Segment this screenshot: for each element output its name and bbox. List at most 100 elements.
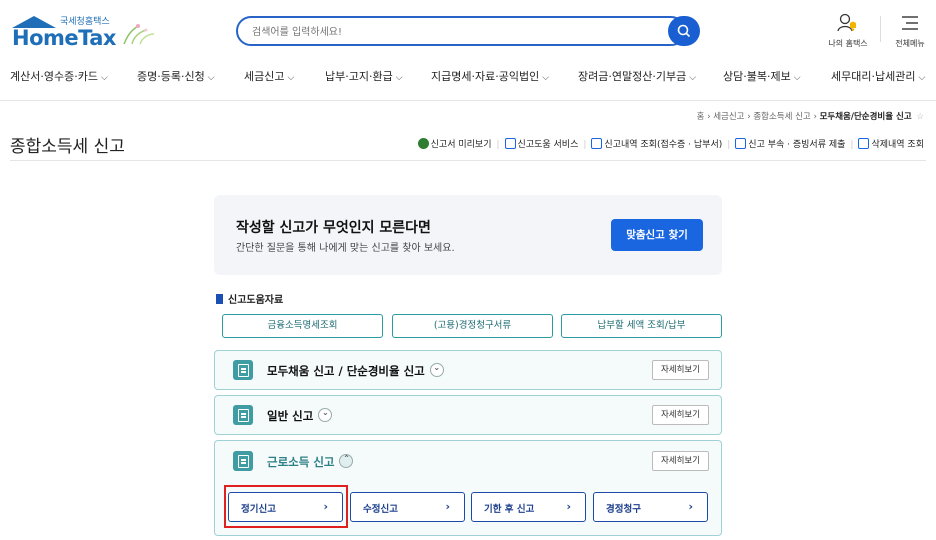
- nav-label: 납부·고지·환급: [325, 70, 393, 83]
- nav-label: 계산서·영수증·카드: [10, 70, 98, 83]
- nav-item-tax-return[interactable]: 세금신고 ⌵: [244, 68, 294, 84]
- toggle-glyph: ⌄: [321, 408, 329, 417]
- correction-claim-docs-button[interactable]: (고용)경정청구서류: [392, 314, 553, 338]
- nav-item-tax-agent[interactable]: 세무대리·납세관리 ⌵: [831, 68, 925, 84]
- all-menu-label: 전체메뉴: [895, 39, 925, 48]
- hamburger-menu-icon: [902, 16, 918, 30]
- highlight-box: [224, 485, 348, 528]
- accordion-title: 근로소득 신고 ⌃: [267, 454, 354, 470]
- nav-label: 세무대리·납세관리: [831, 70, 916, 83]
- trash-icon: [858, 138, 870, 149]
- preview-link[interactable]: 신고서 미리보기: [417, 138, 492, 150]
- nav-item-consulting[interactable]: 상담·불복·제보 ⌵: [723, 68, 801, 84]
- nav-label: 상담·불복·제보: [723, 70, 791, 83]
- toggle-glyph: ⌃: [343, 454, 350, 463]
- my-hometax-label: 나의 홈택스: [828, 39, 868, 48]
- tax-payment-query-button[interactable]: 납부할 세액 조회/납부: [561, 314, 722, 338]
- nav-divider: [0, 100, 936, 101]
- accordion-title-text: 모두채움 신고 / 단순경비율 신고: [267, 364, 425, 378]
- attach-link[interactable]: 신고 부속 · 증빙서류 제출: [735, 138, 846, 150]
- separator: |: [727, 140, 731, 150]
- nav-label: 장려금·연말정산·기부금: [578, 70, 687, 83]
- preview-icon: [417, 138, 429, 149]
- late-return-button[interactable]: 기한 후 신고 ›: [471, 492, 586, 522]
- chevron-right-icon: ›: [566, 500, 571, 513]
- nav-item-payment-statements[interactable]: 지급명세·자료·공익법인 ⌵: [431, 68, 549, 84]
- document-search-icon: [591, 138, 603, 149]
- deleted-label: 삭제내역 조회: [871, 140, 924, 150]
- amended-return-button[interactable]: 수정신고 ›: [350, 492, 465, 522]
- title-divider: [10, 160, 926, 161]
- search-box: [236, 16, 686, 46]
- nav-item-incentives[interactable]: 장려금·연말정산·기부금 ⌵: [578, 68, 696, 84]
- financial-income-query-button[interactable]: 금융소득명세조회: [222, 314, 383, 338]
- separator: |: [850, 140, 854, 150]
- chevron-down-icon[interactable]: ⌄: [429, 363, 444, 377]
- breadcrumb-level1[interactable]: 세금신고: [713, 112, 744, 122]
- accordion-title-text: 일반 신고: [267, 409, 314, 423]
- chevron-down-icon: ⌵: [542, 73, 550, 83]
- my-hometax-button[interactable]: 나의 홈택스: [820, 12, 876, 48]
- bookmark-icon: [216, 294, 223, 304]
- help-materials-heading: 신고도움자료: [216, 291, 283, 306]
- chevron-down-icon: ⌵: [100, 73, 108, 83]
- accordion-title: 모두채움 신고 / 단순경비율 신고 ⌄: [267, 363, 444, 379]
- breadcrumb-level2[interactable]: 종합소득세 신고: [753, 112, 810, 122]
- chevron-right-icon: ›: [445, 500, 450, 513]
- chevron-down-icon: ⌵: [689, 73, 697, 83]
- all-menu-button[interactable]: 전체메뉴: [888, 12, 932, 48]
- guide-description: 간단한 질문을 통해 나에게 맞는 신고를 찾아 보세요.: [236, 243, 455, 254]
- guide-title: 작성할 신고가 무엇인지 모른다면: [236, 220, 431, 236]
- upload-document-icon: [735, 138, 747, 149]
- history-link[interactable]: 신고내역 조회(접수증 · 납부서): [591, 138, 722, 150]
- breadcrumb-current: 모두채움/단순경비율 신고: [819, 112, 912, 122]
- breadcrumb: 홈 › 세금신고 › 종합소득세 신고 › 모두채움/단순경비율 신고 ☆: [696, 112, 924, 122]
- nav-item-certificates[interactable]: 증명·등록·신청 ⌵: [137, 68, 215, 84]
- detail-button[interactable]: 자세히보기: [652, 360, 709, 380]
- separator: |: [583, 140, 587, 150]
- chevron-down-icon: ⌵: [793, 73, 801, 83]
- hometax-logo[interactable]: 국세청홈택스 HomeTax: [10, 12, 155, 50]
- accordion-title: 일반 신고 ⌄: [267, 408, 333, 424]
- form-icon: [233, 360, 253, 380]
- correction-claim-button[interactable]: 경정청구 ›: [593, 492, 708, 522]
- main-navigation: 계산서·영수증·카드 ⌵ 증명·등록·신청 ⌵ 세금신고 ⌵ 납부·고지·환급 ⌵ 지급…: [0, 60, 936, 90]
- accordion-general-return[interactable]: 일반 신고 ⌄ 자세히보기: [214, 395, 722, 435]
- nav-item-payment[interactable]: 납부·고지·환급 ⌵: [325, 68, 403, 84]
- nav-label: 지급명세·자료·공익법인: [431, 70, 540, 83]
- button-label: 기한 후 신고: [484, 504, 535, 515]
- page-title: 종합소득세 신고: [10, 137, 125, 157]
- nav-label: 세금신고: [244, 70, 285, 83]
- detail-button[interactable]: 자세히보기: [652, 451, 709, 471]
- header: 국세청홈택스 HomeTax 나의 홈택스: [0, 0, 936, 56]
- plant-decoration-icon: [123, 24, 155, 45]
- form-icon: [233, 451, 253, 471]
- search-icon: [677, 24, 691, 38]
- attach-label: 신고 부속 · 증빙서류 제출: [748, 140, 846, 150]
- star-icon[interactable]: ☆: [916, 112, 924, 122]
- search-button[interactable]: [668, 16, 700, 46]
- detail-button[interactable]: 자세히보기: [652, 405, 709, 425]
- help-service-link[interactable]: 신고도움 서비스: [504, 138, 579, 150]
- form-icon: [233, 405, 253, 425]
- header-divider: [880, 16, 881, 42]
- help-heading-label: 신고도움자료: [228, 295, 284, 306]
- button-label: 경정청구: [606, 504, 641, 515]
- nav-item-receipts[interactable]: 계산서·영수증·카드 ⌵: [10, 68, 108, 84]
- search-bar: [236, 16, 700, 46]
- separator: |: [496, 140, 500, 150]
- breadcrumb-home[interactable]: 홈: [697, 112, 705, 122]
- find-custom-return-button[interactable]: 맞춤신고 찾기: [611, 219, 703, 251]
- accordion-prefilled-return[interactable]: 모두채움 신고 / 단순경비율 신고 ⌄ 자세히보기: [214, 350, 722, 390]
- chevron-up-icon[interactable]: ⌃: [339, 454, 354, 468]
- help-service-label: 신고도움 서비스: [517, 140, 579, 150]
- chevron-down-icon[interactable]: ⌄: [318, 408, 333, 422]
- deleted-link[interactable]: 삭제내역 조회: [858, 138, 924, 150]
- logo-brand: HomeTax: [12, 26, 116, 50]
- preview-label: 신고서 미리보기: [430, 140, 492, 150]
- user-bell-icon: [837, 13, 856, 32]
- guide-box: 작성할 신고가 무엇인지 모른다면 간단한 질문을 통해 나에게 맞는 신고를 …: [214, 195, 722, 275]
- chevron-down-icon: ⌵: [207, 73, 215, 83]
- chevron-down-icon: ⌵: [918, 73, 926, 83]
- search-input[interactable]: [252, 22, 662, 42]
